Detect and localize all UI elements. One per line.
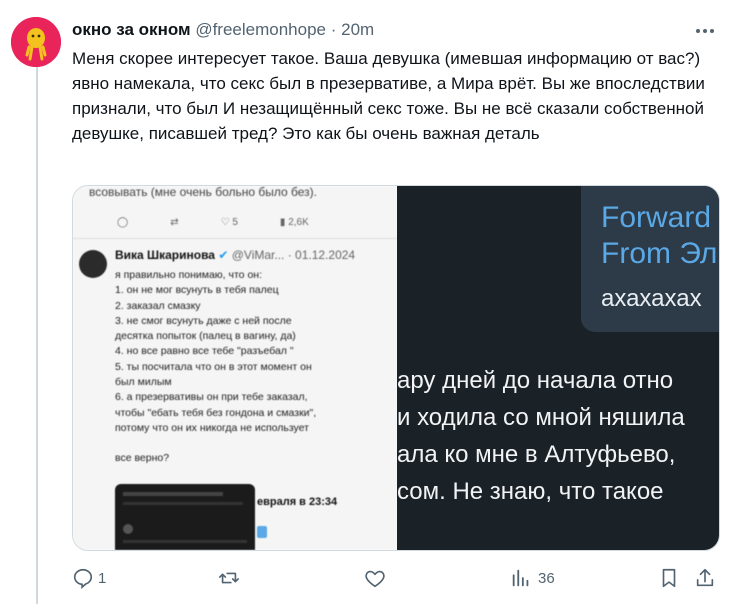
reply-button[interactable]: 1 [72,566,106,590]
user-handle[interactable]: @freelemonhope [195,20,326,39]
bookmark-icon [662,568,676,588]
verified-icon: ✔ [218,248,229,262]
thread-line [36,62,38,604]
left-divider [73,238,397,239]
reply-count: 1 [98,569,107,587]
left-top-text: всовывать (мне очень больно было без). [89,186,318,199]
heart-icon [365,570,385,588]
quoted-line: 5. ты посчитала что он в этот момент он [115,360,312,373]
right-line: сом. Не знаю, что такое [397,478,664,505]
quoted-line [115,436,393,451]
retweet-button[interactable] [218,566,240,590]
bookmark-button[interactable] [658,566,680,590]
quoted-line: я правильно понимаю, что он: [115,269,262,281]
like-button[interactable] [364,566,386,590]
views-button[interactable]: 36 [510,566,555,590]
quoted-line: все верно? [115,452,170,465]
forward-line1: Forward [601,201,712,234]
share-button[interactable] [694,566,716,590]
right-line: ару дней до начала отно [397,367,674,394]
views-count: 36 [538,569,555,587]
more-options-icon[interactable] [694,20,716,42]
share-icon [696,568,714,587]
reply-icon [73,568,93,589]
file-icon [257,526,267,538]
left-likes-count: 5 [232,216,238,228]
quoted-line: 2. заказал смазку [115,299,201,312]
quoted-line: 3. не смог всунуть даже с ней после [115,314,292,327]
tweet-header: окно за окном @freelemonhope · 20m [72,20,718,42]
quoted-line: чтобы "ебать тебя без гондона и смазки", [115,406,317,419]
right-line: и ходила со мной няшила [397,404,685,431]
quoted-avatar [79,250,107,278]
nested-screenshot [115,484,255,550]
laugh-text: ахахахах [601,285,702,312]
right-message-body: ару дней до начала отно и ходила со мной… [397,362,719,510]
quoted-body: я правильно понимаю, что он: 1. он не мо… [115,268,393,467]
forward-line2: From Эл [601,237,718,270]
quoted-name: Вика Шкаринова [115,248,215,262]
quoted-line: десятка попыток (палец в вагину, да) [115,330,296,343]
media-image-left[interactable]: всовывать (мне очень больно было без). ◯… [73,186,397,550]
quoted-line: 6. а презервативы он при тебе заказал, [115,391,308,404]
quoted-line: потому что он их никогда не использует [115,421,309,434]
left-views-icon: ▮ 2,6K [279,216,309,228]
separator-dot: · [330,20,337,39]
tweet-text: Меня скорее интересует такое. Ваша девуш… [72,49,705,143]
media-image-right[interactable]: Forward From Эл ахахахах ару дней до нач… [397,186,719,550]
forwarded-bubble: Forward From Эл ахахахах [581,186,719,332]
quoted-line: был милым [115,376,172,389]
quoted-header: Вика Шкаринова ✔ @ViMar... · 01.12.2024 [115,248,395,264]
quoted-line: 4. но все равно все тебе "разъебал " [115,345,294,358]
right-line: ала ко мне в Алтуфьево, [397,441,676,468]
timestamp[interactable]: 20m [341,20,374,39]
analytics-icon [512,569,529,587]
media-gallery[interactable]: всовывать (мне очень больно было без). ◯… [72,185,720,551]
quoted-line: 1. он не мог всунуть в тебя палец [115,284,279,297]
display-name[interactable]: окно за окном [72,20,191,39]
quoted-meta: @ViMar... · 01.12.2024 [231,248,356,262]
avatar-lemon-icon [11,17,61,67]
left-reply-icon: ◯ [117,216,129,228]
left-views-count: 2,6K [288,216,309,228]
left-stats-row: ◯ ⇄ ♡ 5 ▮ 2,6K [117,214,377,230]
nested-caption: евраля в 23:34 [257,496,338,508]
avatar[interactable] [11,17,61,67]
retweet-icon [219,572,239,584]
left-retweet-icon: ⇄ [170,216,179,228]
left-like-icon: ♡ 5 [220,216,238,228]
